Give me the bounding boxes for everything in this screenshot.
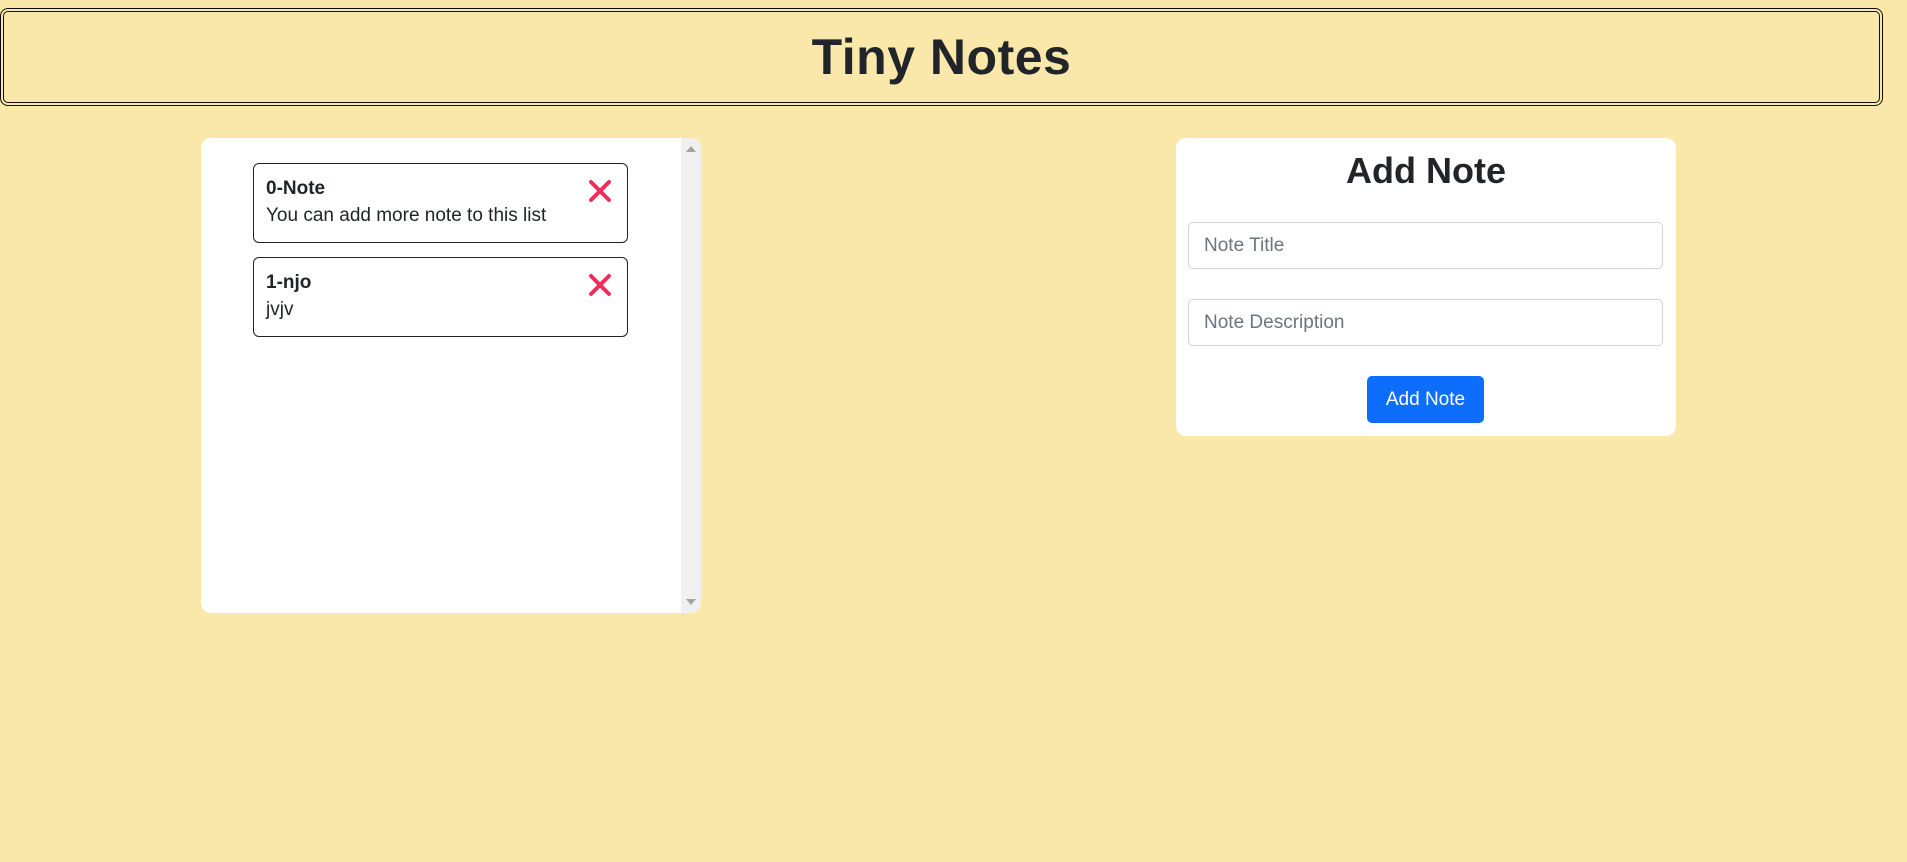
note-card: 0-Note You can add more note to this lis… xyxy=(253,163,628,243)
note-description: jvjv xyxy=(266,299,294,320)
note-title-input[interactable] xyxy=(1188,222,1663,269)
add-note-button[interactable]: Add Note xyxy=(1367,376,1484,423)
add-note-panel: Add Note Add Note xyxy=(1176,138,1676,436)
notes-list: 0-Note You can add more note to this lis… xyxy=(201,138,681,613)
note-title: 0-Note xyxy=(266,178,326,199)
notes-scrollbar[interactable] xyxy=(681,138,701,613)
scroll-down-arrow-icon[interactable] xyxy=(686,599,696,605)
notes-panel: 0-Note You can add more note to this lis… xyxy=(201,138,701,613)
add-note-heading: Add Note xyxy=(1346,150,1506,191)
delete-note-close-icon[interactable] xyxy=(587,178,613,204)
note-description: You can add more note to this list xyxy=(266,205,547,226)
scroll-up-arrow-icon[interactable] xyxy=(686,146,696,152)
delete-note-close-icon[interactable] xyxy=(587,272,613,298)
note-description-input[interactable] xyxy=(1188,299,1663,346)
app-title: Tiny Notes xyxy=(811,29,1072,85)
app-header: Tiny Notes xyxy=(0,8,1883,106)
note-title: 1-njo xyxy=(266,272,312,293)
note-card: 1-njo jvjv xyxy=(253,257,628,337)
